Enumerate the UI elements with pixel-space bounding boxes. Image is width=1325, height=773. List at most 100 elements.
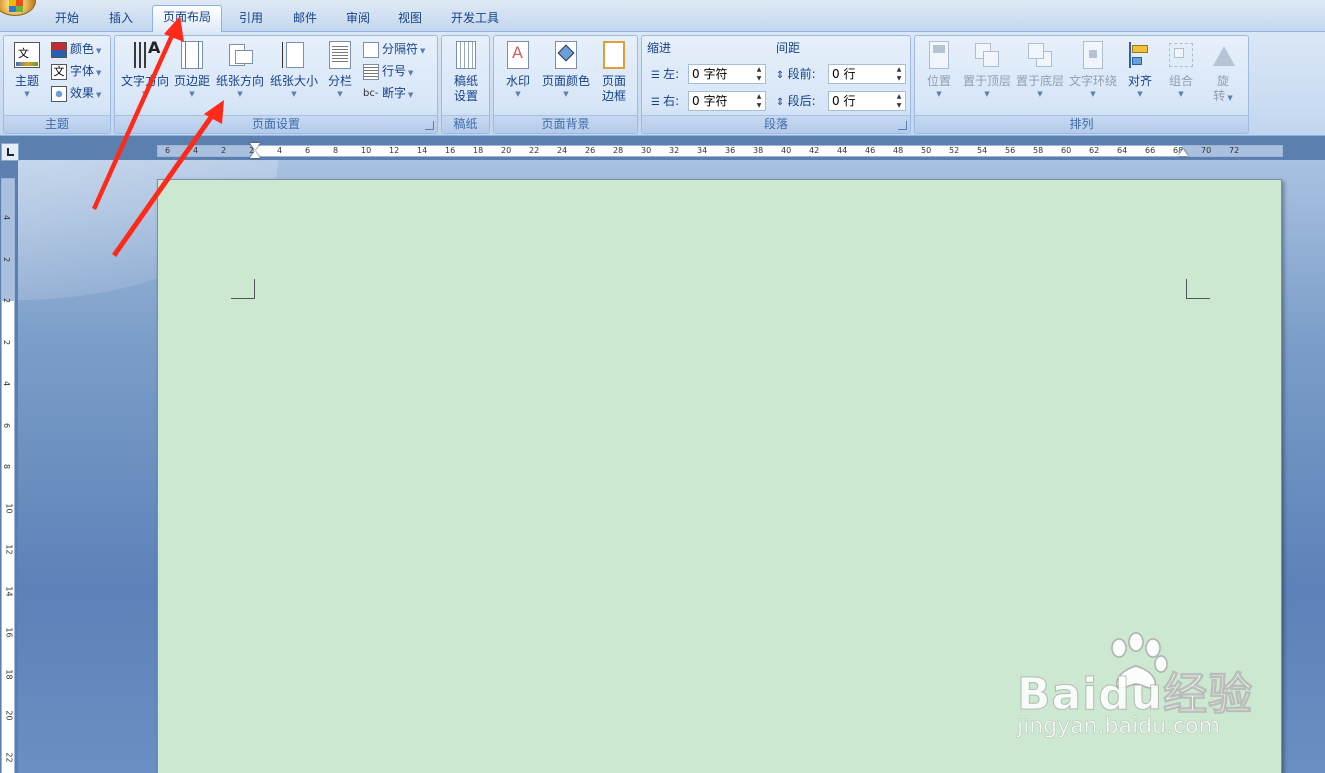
orientation-button[interactable]: 纸张方向 ▼ bbox=[214, 40, 266, 99]
indent-right-icon: ☰ bbox=[651, 97, 664, 108]
line-numbers-icon bbox=[363, 63, 379, 80]
position-button[interactable]: 位置 ▼ bbox=[921, 40, 957, 99]
ruler-tick-label: 12 bbox=[389, 146, 400, 155]
ruler-tick-label: 18 bbox=[473, 146, 484, 155]
manuscript-settings-button[interactable]: 稿纸 设置 bbox=[448, 40, 484, 104]
text-wrapping-button[interactable]: 文字环绕 ▼ bbox=[1067, 40, 1119, 99]
ruler-tick-label: 4 bbox=[193, 146, 199, 155]
dialog-launcher-icon[interactable] bbox=[425, 121, 434, 130]
vertical-ruler[interactable]: 4 2 2 2 4 6 8 10 12 14 16 18 20 22 bbox=[1, 178, 15, 773]
columns-label: 分栏 bbox=[327, 74, 352, 88]
breaks-label: 分隔符 bbox=[382, 42, 419, 56]
chevron-down-icon: ▼ bbox=[337, 90, 343, 98]
chevron-down-icon: ▼ bbox=[408, 69, 414, 77]
tab-selector-button[interactable] bbox=[1, 143, 19, 161]
indent-right-spinner[interactable]: 0 字符 ▲ ▼ bbox=[688, 91, 766, 111]
right-indent-marker-icon[interactable] bbox=[1178, 149, 1188, 156]
page-borders-label-2: 边框 bbox=[601, 89, 626, 103]
themes-icon: 文 bbox=[12, 40, 42, 70]
theme-fonts-button[interactable]: 文字体 ▼ bbox=[51, 61, 101, 81]
ruler-tick-label: 52 bbox=[949, 146, 960, 155]
watermark-url-text: jingyan.baidu.com bbox=[1017, 714, 1221, 740]
dialog-launcher-icon[interactable] bbox=[898, 121, 907, 130]
chevron-down-icon: ▼ bbox=[1090, 90, 1096, 98]
tab-insert[interactable]: 插入 bbox=[99, 7, 143, 32]
breaks-button[interactable]: 分隔符 ▼ bbox=[363, 39, 425, 59]
page-break-icon bbox=[363, 41, 379, 58]
columns-button[interactable]: 分栏 ▼ bbox=[323, 40, 357, 99]
horizontal-ruler[interactable]: 6 4 2 2 4 6 8 10 12 14 16 18 20 22 24 26 28 30 32 34 36 38 40 4… bbox=[157, 143, 1283, 158]
text-direction-button[interactable]: A 文字方向 ▼ bbox=[119, 40, 171, 99]
spacing-before-icon: ⇕ bbox=[776, 70, 788, 81]
group-page-background: A 水印 ▼ 页面颜色 ▼ 页面 边框 页面背景 bbox=[493, 35, 638, 134]
group-objects-label: 组合 bbox=[1168, 74, 1193, 88]
ruler-tick-label: 22 bbox=[4, 751, 14, 763]
office-button[interactable] bbox=[0, 0, 36, 16]
crop-mark-top-right bbox=[1186, 279, 1210, 299]
ruler-tick-label: 60 bbox=[1061, 146, 1072, 155]
ribbon-tab-bar: 开始 插入 页面布局 引用 邮件 审阅 视图 开发工具 bbox=[0, 0, 1325, 33]
hanging-indent-marker-icon[interactable] bbox=[250, 151, 260, 158]
hyphenation-label: 断字 bbox=[382, 86, 407, 100]
paint-bucket-icon bbox=[551, 40, 581, 70]
tab-mailings[interactable]: 邮件 bbox=[283, 7, 327, 32]
hyphenation-icon: bc- bbox=[363, 87, 379, 99]
group-title-arrange: 排列 bbox=[915, 115, 1248, 133]
ruler-tick-label: 40 bbox=[781, 146, 792, 155]
office-logo-icon bbox=[9, 0, 23, 12]
spinner-arrows-icon[interactable]: ▲ ▼ bbox=[893, 92, 905, 110]
chevron-down-icon: ▼ bbox=[237, 90, 243, 98]
line-numbers-label: 行号 bbox=[382, 64, 407, 78]
spinner-arrows-icon[interactable]: ▲ ▼ bbox=[753, 65, 765, 83]
chevron-down-icon: ▼ bbox=[1178, 90, 1184, 98]
ruler-tick-label: 30 bbox=[641, 146, 652, 155]
tab-developer[interactable]: 开发工具 bbox=[441, 7, 509, 32]
chevron-down-icon: ▼ bbox=[96, 47, 102, 55]
paper-size-button[interactable]: 纸张大小 ▼ bbox=[268, 40, 320, 99]
ruler-tick-label: 66 bbox=[1145, 146, 1156, 155]
themes-label: 主题 bbox=[14, 74, 39, 88]
ruler-tick-label: 12 bbox=[4, 544, 14, 555]
spacing-after-spinner[interactable]: 0 行 ▲ ▼ bbox=[828, 91, 906, 111]
watermark-button[interactable]: A 水印 ▼ bbox=[500, 40, 536, 99]
ruler-tick-label: 2 bbox=[2, 297, 12, 304]
first-line-indent-marker-icon[interactable] bbox=[250, 143, 260, 150]
page-color-button[interactable]: 页面颜色 ▼ bbox=[539, 40, 593, 99]
hyphenation-button[interactable]: bc- 断字 ▼ bbox=[363, 83, 413, 103]
spinner-arrows-icon[interactable]: ▲ ▼ bbox=[893, 65, 905, 83]
spacing-before-spinner[interactable]: 0 行 ▲ ▼ bbox=[828, 64, 906, 84]
group-theme: 文 主题 ▼ 颜色 ▼ 文字体 ▼ 效果 ▼ 主题 bbox=[3, 35, 111, 134]
chevron-down-icon: ▼ bbox=[96, 69, 102, 77]
themes-button[interactable]: 文 主题 ▼ bbox=[9, 40, 45, 99]
ruler-tick-label: 16 bbox=[4, 627, 14, 638]
margins-button[interactable]: 页边距 ▼ bbox=[172, 40, 212, 99]
group-title-manuscript: 稿纸 bbox=[442, 115, 489, 133]
ruler-tick-label: 8 bbox=[333, 146, 339, 155]
position-label: 位置 bbox=[926, 74, 951, 88]
chevron-down-icon: ▼ bbox=[1227, 94, 1233, 102]
tab-home[interactable]: 开始 bbox=[45, 7, 89, 32]
rotate-label-1: 旋 bbox=[1216, 74, 1229, 88]
group-objects-button[interactable]: 组合 ▼ bbox=[1163, 40, 1199, 99]
tab-view[interactable]: 视图 bbox=[388, 7, 432, 32]
crop-mark-top-left bbox=[231, 279, 255, 299]
align-button[interactable]: 对齐 ▼ bbox=[1122, 40, 1158, 99]
ruler-tick-label: 28 bbox=[613, 146, 624, 155]
theme-colors-label: 颜色 bbox=[70, 42, 95, 56]
rotate-button[interactable]: 旋 转 ▼ bbox=[1205, 40, 1241, 106]
line-numbers-button[interactable]: 行号 ▼ bbox=[363, 61, 413, 81]
tab-page-layout[interactable]: 页面布局 bbox=[152, 5, 223, 33]
page-borders-button[interactable]: 页面 边框 bbox=[596, 40, 632, 104]
chevron-down-icon: ▼ bbox=[291, 90, 297, 98]
effects-icon bbox=[51, 85, 67, 102]
orientation-label: 纸张方向 bbox=[215, 74, 264, 88]
theme-colors-button[interactable]: 颜色 ▼ bbox=[51, 39, 101, 59]
tab-references[interactable]: 引用 bbox=[229, 7, 273, 32]
watermark-icon: A bbox=[503, 40, 533, 70]
spinner-arrows-icon[interactable]: ▲ ▼ bbox=[753, 92, 765, 110]
indent-left-spinner[interactable]: 0 字符 ▲ ▼ bbox=[688, 64, 766, 84]
bring-to-front-button[interactable]: 置于顶层 ▼ bbox=[961, 40, 1013, 99]
theme-effects-button[interactable]: 效果 ▼ bbox=[51, 83, 101, 103]
send-to-back-button[interactable]: 置于底层 ▼ bbox=[1014, 40, 1066, 99]
tab-review[interactable]: 审阅 bbox=[336, 7, 380, 32]
